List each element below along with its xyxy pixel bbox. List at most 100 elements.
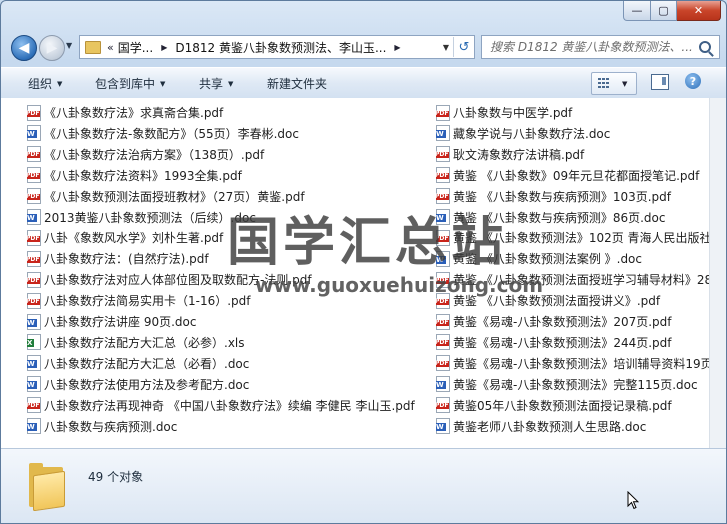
include-in-library-menu[interactable]: 包含到库中 ▼ <box>95 75 165 92</box>
view-list-icon <box>598 77 612 90</box>
minimize-button[interactable]: — <box>623 1 651 21</box>
chevron-down-icon[interactable]: ▼ <box>622 80 627 88</box>
item-count: 49 个对象 <box>88 470 144 484</box>
file-item[interactable]: 八卦象数与疾病预测.doc <box>27 417 445 436</box>
file-item[interactable]: 黄鉴05年八卦象数预测法面授记录稿.pdf <box>436 396 709 415</box>
refresh-icon: ↺ <box>458 39 470 55</box>
include-in-library-label: 包含到库中 <box>95 77 156 91</box>
refresh-button[interactable]: ↺ <box>453 37 474 57</box>
close-button[interactable]: ✕ <box>677 1 721 21</box>
file-item[interactable]: 八卦象数疗法配方大汇总（必参）.xls <box>27 333 445 352</box>
pdf-file-icon <box>27 146 41 163</box>
file-item[interactable]: 黄鉴《易魂-八卦象数预测法》完整115页.doc <box>436 375 709 394</box>
file-item[interactable]: 黄鉴 《八卦象数与疾病预测》86页.doc <box>436 208 709 227</box>
breadcrumb-item[interactable]: D1812 黄鉴八卦象数预测法、李山玉... <box>175 39 386 56</box>
file-item[interactable]: 《八卦象数疗法治病方案》（138页）.pdf <box>27 145 445 164</box>
pdf-file-icon <box>27 188 41 205</box>
details-pane: 49 个对象 <box>1 448 726 523</box>
pdf-file-icon <box>436 188 450 205</box>
doc-file-icon <box>436 125 450 142</box>
pdf-file-icon <box>27 167 41 184</box>
organize-label: 组织 <box>28 77 53 91</box>
file-item[interactable]: 八卦象数与中医学.pdf <box>436 103 709 122</box>
share-label: 共享 <box>199 77 224 91</box>
file-item[interactable]: 《八卦象数预测法面授班教材》（27页）黄鉴.pdf <box>27 187 445 206</box>
share-menu[interactable]: 共享 ▼ <box>199 75 233 92</box>
breadcrumb-separator-icon[interactable]: ▶ <box>161 43 167 52</box>
breadcrumb-item[interactable]: 国学... <box>118 39 153 56</box>
file-item[interactable]: 八卦象数疗法讲座 90页.doc <box>27 312 445 331</box>
caption-buttons: — ▢ ✕ <box>623 1 721 21</box>
file-name: 黄鉴《易魂-八卦象数预测法》207页.pdf <box>453 315 672 329</box>
file-item[interactable]: 《八卦象数疗法资料》1993全集.pdf <box>27 166 445 185</box>
help-icon: ? <box>689 74 697 88</box>
pdf-file-icon <box>436 271 450 288</box>
doc-file-icon <box>436 250 450 267</box>
doc-file-icon <box>27 313 41 330</box>
forward-button[interactable]: ▶ <box>39 35 65 61</box>
file-name: 耿文涛象数疗法讲稿.pdf <box>453 147 585 162</box>
help-button[interactable]: ? <box>685 73 701 89</box>
file-list-pane[interactable]: 《八卦象数疗法》求真斋合集.pdf 《八卦象数疗法-象数配方》（55页）李春彬.d… <box>1 98 709 448</box>
file-item[interactable]: 《八卦象数疗法》求真斋合集.pdf <box>27 103 445 122</box>
breadcrumb-overflow[interactable]: « <box>107 41 114 54</box>
file-item[interactable]: 八卦象数疗法使用方法及参考配方.doc <box>27 375 445 394</box>
file-item[interactable]: 耿文涛象数疗法讲稿.pdf <box>436 145 709 164</box>
search-input[interactable] <box>482 40 695 54</box>
file-name: 2013黄鉴八卦象数预测法（后续）.doc <box>44 210 256 225</box>
file-item[interactable]: 《八卦象数疗法-象数配方》（55页）李春彬.doc <box>27 124 445 143</box>
file-item[interactable]: 黄鉴《易魂-八卦象数预测法》培训辅导资料19页.pdf <box>436 354 709 373</box>
pdf-file-icon <box>436 146 450 163</box>
file-item[interactable]: 黄鉴《易魂-八卦象数预测法》244页.pdf <box>436 333 709 352</box>
file-item[interactable]: 八卦《象数风水学》刘朴生著.pdf <box>27 228 445 247</box>
new-folder-label: 新建文件夹 <box>267 77 328 91</box>
file-name: 八卦象数疗法再现神奇 《中国八卦象数疗法》续编 李健民 李山玉.pdf <box>44 398 415 413</box>
organize-menu[interactable]: 组织 ▼ <box>28 75 62 92</box>
file-name: 八卦象数疗法讲座 90页.doc <box>44 315 197 329</box>
xls-file-icon <box>27 334 41 351</box>
command-bar: 组织 ▼ 包含到库中 ▼ 共享 ▼ 新建文件夹 ▼ ? <box>1 67 726 99</box>
back-button[interactable]: ◀ <box>11 35 37 61</box>
maximize-button[interactable]: ▢ <box>651 1 677 21</box>
file-item[interactable]: 黄鉴 《八卦象数预测法案例 》.doc <box>436 249 709 268</box>
vertical-scrollbar[interactable] <box>709 98 726 448</box>
change-view-button[interactable]: ▼ <box>591 72 637 95</box>
file-name: 黄鉴 《八卦象数预测法面授班学习辅导材料》28页.pdf <box>453 273 709 288</box>
file-name: 黄鉴 《八卦象数预测法面授讲义》.pdf <box>453 294 661 309</box>
minimize-icon: — <box>631 4 643 17</box>
file-item[interactable]: 黄鉴 《八卦象数》09年元旦花都面授笔记.pdf <box>436 166 709 185</box>
file-item[interactable]: 2013黄鉴八卦象数预测法（后续）.doc <box>27 208 445 227</box>
file-item[interactable]: 黄鉴 《八卦象数预测法》102页 青海人民出版社.pdf <box>436 228 709 247</box>
file-name: 八卦象数疗法：(自然疗法).pdf <box>44 252 209 267</box>
pdf-file-icon <box>436 292 450 309</box>
recent-pages-button[interactable]: ▼ <box>66 41 72 50</box>
pdf-file-icon <box>27 271 41 288</box>
search-box[interactable] <box>481 35 720 59</box>
address-bar[interactable]: « 国学... ▶ D1812 黄鉴八卦象数预测法、李山玉... ▶ ▼ ↺ <box>79 35 475 59</box>
breadcrumb-separator-icon[interactable]: ▶ <box>394 43 400 52</box>
file-item[interactable]: 黄鉴《易魂-八卦象数预测法》207页.pdf <box>436 312 709 331</box>
file-item[interactable]: 黄鉴 《八卦象数与疾病预测》103页.pdf <box>436 187 709 206</box>
file-item[interactable]: 黄鉴老师八卦象数预测人生思路.doc <box>436 417 709 436</box>
file-item[interactable]: 八卦象数疗法：(自然疗法).pdf <box>27 249 445 268</box>
search-icon[interactable] <box>695 41 715 53</box>
file-item[interactable]: 八卦象数疗法对应人体部位图及取数配方-法则.pdf <box>27 270 445 289</box>
doc-file-icon <box>436 418 450 434</box>
file-item[interactable]: 八卦象数疗法简易实用卡（1-16）.pdf <box>27 291 445 310</box>
preview-pane-button[interactable] <box>651 74 669 90</box>
doc-file-icon <box>27 418 41 434</box>
new-folder-button[interactable]: 新建文件夹 <box>267 75 327 92</box>
file-name: 八卦象数疗法配方大汇总（必看）.doc <box>44 356 250 371</box>
file-item[interactable]: 藏象学说与八卦象数疗法.doc <box>436 124 709 143</box>
address-dropdown-icon[interactable]: ▼ <box>439 43 453 52</box>
file-item[interactable]: 八卦象数疗法配方大汇总（必看）.doc <box>27 354 445 373</box>
file-item[interactable]: 黄鉴 《八卦象数预测法面授班学习辅导材料》28页.pdf <box>436 270 709 289</box>
file-name: 八卦象数与疾病预测.doc <box>44 419 178 434</box>
pdf-file-icon <box>436 334 450 351</box>
doc-file-icon <box>436 376 450 393</box>
close-icon: ✕ <box>693 4 704 17</box>
pdf-file-icon <box>27 104 41 121</box>
file-item[interactable]: 八卦象数疗法再现神奇 《中国八卦象数疗法》续编 李健民 李山玉.pdf <box>27 396 445 415</box>
file-item[interactable]: 黄鉴 《八卦象数预测法面授讲义》.pdf <box>436 291 709 310</box>
back-arrow-icon: ◀ <box>18 40 30 56</box>
